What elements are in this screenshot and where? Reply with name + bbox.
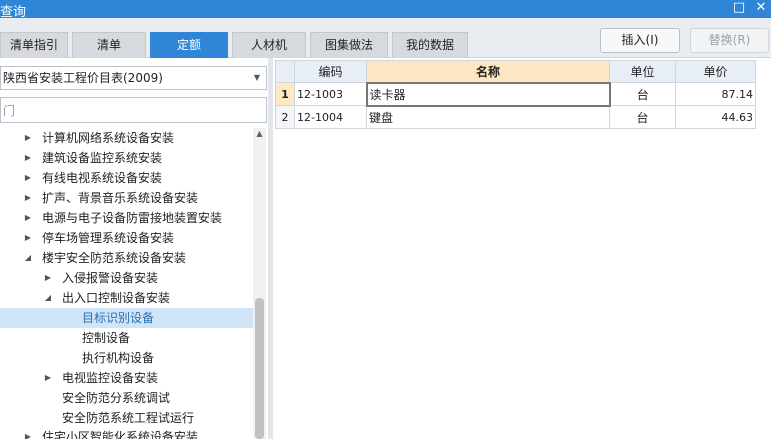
tree-node-label: 安全防范分系统调试 xyxy=(62,391,171,405)
column-header-price[interactable]: 单价 xyxy=(675,60,756,83)
dropdown-caret-icon[interactable]: ▼ xyxy=(254,67,260,89)
tree-node[interactable]: ▶ 有线电视系统设备安装 xyxy=(0,168,253,188)
cell-price[interactable]: 87.14 xyxy=(675,82,756,106)
cell-unit[interactable]: 台 xyxy=(609,105,676,129)
close-icon[interactable]: ✕ xyxy=(751,0,771,18)
results-table: 编码 名称 单位 单价 1 12-1003 读卡器 台 87.14 2 12-1… xyxy=(275,60,756,129)
tree-node[interactable]: ◢ 出入口控制设备安装 xyxy=(0,288,253,308)
table-row[interactable]: 1 12-1003 读卡器 台 87.14 xyxy=(275,81,756,107)
tree-node-label: 出入口控制设备安装 xyxy=(62,291,171,305)
cell-unit[interactable]: 台 xyxy=(609,82,676,106)
column-header-unit[interactable]: 单位 xyxy=(609,60,676,83)
tree-node-label: 停车场管理系统设备安装 xyxy=(42,231,175,245)
tree-node[interactable]: ◢ 楼宇安全防范系统设备安装 xyxy=(0,248,253,268)
column-header-code[interactable]: 编码 xyxy=(294,60,367,83)
tree-node[interactable]: ▶ 入侵报警设备安装 xyxy=(0,268,253,288)
tree-node-label: 住宅小区智能化系统设备安装 xyxy=(42,430,199,439)
tree-node-label: 楼宇安全防范系统设备安装 xyxy=(42,251,187,265)
maximize-icon[interactable]: □ xyxy=(729,0,749,18)
expand-arrow-icon[interactable]: ▶ xyxy=(23,128,33,148)
tab-bill[interactable]: 清单 xyxy=(72,32,146,58)
row-number[interactable]: 2 xyxy=(275,105,295,129)
tree-node-label: 扩声、背景音乐系统设备安装 xyxy=(42,191,199,205)
title-bar: 查询 □ ✕ xyxy=(0,0,771,20)
tree-node[interactable]: ▶ 电源与电子设备防雷接地装置安装 xyxy=(0,208,253,228)
tree-node[interactable]: 安全防范分系统调试 xyxy=(0,388,253,408)
search-input[interactable] xyxy=(0,97,267,123)
tree-node-label: 执行机构设备 xyxy=(82,351,155,365)
expand-arrow-icon[interactable]: ▶ xyxy=(23,188,33,208)
left-panel: 陕西省安装工程价目表(2009) ▼ ▶ 计算机网络系统设备安装 ▶ 建筑设备监… xyxy=(0,58,268,439)
replace-button[interactable]: 替换(R) xyxy=(690,28,769,53)
cell-code[interactable]: 12-1003 xyxy=(294,82,367,106)
tree-node[interactable]: ▶ 电视监控设备安装 xyxy=(0,368,253,388)
tree-node-label: 建筑设备监控系统安装 xyxy=(42,151,163,165)
cell-name[interactable]: 读卡器 xyxy=(365,81,611,107)
tab-my-data[interactable]: 我的数据 xyxy=(392,32,468,58)
tab-labor-material-machine[interactable]: 人材机 xyxy=(232,32,306,58)
tree-node[interactable]: 控制设备 xyxy=(0,328,253,348)
quota-tree: ▶ 计算机网络系统设备安装 ▶ 建筑设备监控系统安装 ▶ 有线电视系统设备安装 … xyxy=(0,128,253,439)
row-number[interactable]: 1 xyxy=(275,82,295,106)
expand-arrow-icon[interactable]: ▶ xyxy=(23,427,33,439)
cell-price[interactable]: 44.63 xyxy=(675,105,756,129)
collapse-arrow-icon[interactable]: ◢ xyxy=(23,248,33,268)
tree-node-label: 入侵报警设备安装 xyxy=(62,271,159,285)
results-grid: 编码 名称 单位 单价 1 12-1003 读卡器 台 87.14 2 12-1… xyxy=(273,58,771,439)
tab-bar: 清单指引 清单 定额 人材机 图集做法 我的数据 插入(I) 替换(R) xyxy=(0,18,771,58)
tab-bill-guide[interactable]: 清单指引 xyxy=(0,32,68,58)
tree-node[interactable]: ▶ 建筑设备监控系统安装 xyxy=(0,148,253,168)
tree-node-label: 目标识别设备 xyxy=(82,311,155,325)
tree-node-label: 控制设备 xyxy=(82,331,131,345)
tree-node-label: 安全防范系统工程试运行 xyxy=(62,411,195,425)
expand-arrow-icon[interactable]: ▶ xyxy=(23,148,33,168)
tree-node-label: 有线电视系统设备安装 xyxy=(42,171,163,185)
insert-button[interactable]: 插入(I) xyxy=(600,28,680,53)
table-row[interactable]: 2 12-1004 键盘 台 44.63 xyxy=(275,105,756,129)
expand-arrow-icon[interactable]: ▶ xyxy=(43,368,53,388)
tree-node-selected[interactable]: 目标识别设备 xyxy=(0,308,253,328)
expand-arrow-icon[interactable]: ▶ xyxy=(23,228,33,248)
tree-node[interactable]: ▶ 扩声、背景音乐系统设备安装 xyxy=(0,188,253,208)
corner-header xyxy=(275,60,295,83)
cell-name[interactable]: 键盘 xyxy=(366,105,610,129)
tree-node[interactable]: ▶ 停车场管理系统设备安装 xyxy=(0,228,253,248)
tab-atlas-method[interactable]: 图集做法 xyxy=(310,32,388,58)
expand-arrow-icon[interactable]: ▶ xyxy=(43,268,53,288)
library-select[interactable]: 陕西省安装工程价目表(2009) ▼ xyxy=(0,66,267,90)
library-select-value: 陕西省安装工程价目表(2009) xyxy=(3,71,163,85)
tree-node[interactable]: 安全防范系统工程试运行 xyxy=(0,408,253,428)
scrollbar-thumb[interactable] xyxy=(255,298,264,439)
tree-node[interactable]: ▶ 计算机网络系统设备安装 xyxy=(0,128,253,148)
tree-node-label: 计算机网络系统设备安装 xyxy=(42,131,175,145)
tree-node[interactable]: 执行机构设备 xyxy=(0,348,253,368)
expand-arrow-icon[interactable]: ▶ xyxy=(23,208,33,228)
scroll-up-icon[interactable]: ▲ xyxy=(253,128,266,140)
column-header-name[interactable]: 名称 xyxy=(366,60,610,83)
collapse-arrow-icon[interactable]: ◢ xyxy=(43,288,53,308)
expand-arrow-icon[interactable]: ▶ xyxy=(23,168,33,188)
cell-code[interactable]: 12-1004 xyxy=(294,105,367,129)
tree-scrollbar[interactable]: ▲ xyxy=(253,128,266,439)
tree-node[interactable]: ▶ 住宅小区智能化系统设备安装 xyxy=(0,427,253,439)
tree-node-label: 电源与电子设备防雷接地装置安装 xyxy=(42,211,223,225)
tree-node-label: 电视监控设备安装 xyxy=(62,371,159,385)
tab-quota[interactable]: 定额 xyxy=(150,32,228,58)
